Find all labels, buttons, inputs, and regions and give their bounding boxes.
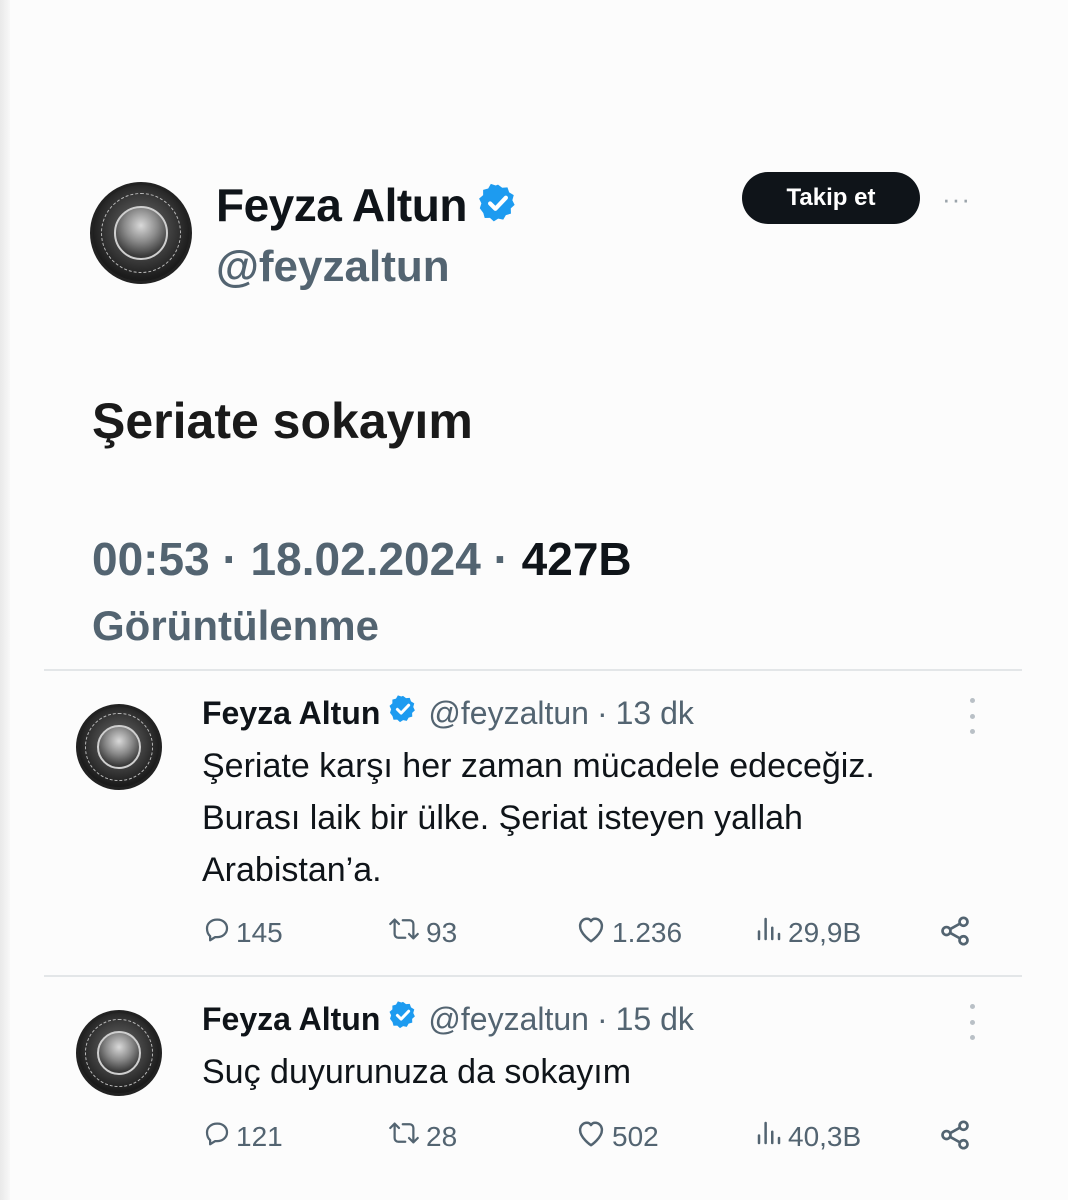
author-name[interactable]: Feyza Altun <box>216 178 467 232</box>
avatar[interactable] <box>76 704 162 790</box>
left-edge-shade <box>0 0 10 1200</box>
reply-button[interactable]: 145 <box>202 914 283 951</box>
reply-text-line: Suç duyurunuza da sokayım <box>202 1053 632 1091</box>
more-dots-icon[interactable] <box>966 698 978 734</box>
reply-text-line: Arabistan’a. <box>202 851 382 889</box>
views-button[interactable]: 29,9B <box>754 914 861 951</box>
share-icon <box>938 1118 976 1159</box>
like-count: 1.236 <box>612 916 683 948</box>
author-handle[interactable]: @feyzaltun <box>428 1001 589 1038</box>
action-bar: 145 93 1.236 29,9B <box>202 914 982 954</box>
views-count: 427B <box>521 533 632 585</box>
reply-text-line: Şeriate karşı her zaman mücadele edeceği… <box>202 747 875 785</box>
reply-time[interactable]: 13 dk <box>616 695 694 732</box>
repost-button[interactable]: 28 <box>386 1118 457 1155</box>
reply-text: Suç duyurunuza da sokayım <box>202 1046 982 1098</box>
reply-tweet[interactable]: Feyza Altun @feyzaltun · 13 dk Şeriate k… <box>76 694 996 954</box>
author-name-row: Feyza Altun <box>216 178 519 232</box>
screenshot-page: Feyza Altun @feyzaltun Takip et ··· Şeri… <box>0 0 1068 1200</box>
verified-badge-icon <box>388 1000 418 1038</box>
reply-count: 145 <box>236 916 283 948</box>
tweet-text: Şeriate sokayım <box>92 393 473 449</box>
author-name[interactable]: Feyza Altun <box>202 1001 380 1038</box>
divider <box>44 975 1022 977</box>
reply-time[interactable]: 15 dk <box>616 1001 694 1038</box>
reply-header: Feyza Altun @feyzaltun · 13 dk <box>202 694 694 732</box>
reply-header: Feyza Altun @feyzaltun · 15 dk <box>202 1000 694 1038</box>
author-handle[interactable]: @feyzaltun <box>428 695 589 732</box>
divider <box>44 669 1022 671</box>
header-separator: · <box>596 1000 608 1037</box>
repost-arrows-icon <box>386 1118 426 1155</box>
like-button[interactable]: 502 <box>574 1118 659 1155</box>
like-count: 502 <box>612 1120 659 1152</box>
reply-text: Şeriate karşı her zaman mücadele edeceği… <box>202 740 982 896</box>
reply-button[interactable]: 121 <box>202 1118 283 1155</box>
reply-count: 121 <box>236 1120 283 1152</box>
views-count: 29,9B <box>788 916 862 948</box>
bar-chart-icon <box>754 1118 788 1155</box>
share-button[interactable] <box>938 914 976 955</box>
tweet-date[interactable]: 18.02.2024 <box>251 533 481 585</box>
meta-separator: · <box>209 533 251 585</box>
repost-count: 93 <box>426 916 458 948</box>
repost-count: 28 <box>426 1120 458 1152</box>
author-name[interactable]: Feyza Altun <box>202 695 380 732</box>
reply-tweet[interactable]: Feyza Altun @feyzaltun · 15 dk Suç duyur… <box>76 1000 996 1170</box>
tweet-meta: 00:53 · 18.02.2024 · 427B <box>92 532 632 586</box>
author-handle[interactable]: @feyzaltun <box>216 242 450 292</box>
verified-badge-icon <box>477 182 519 229</box>
header-separator: · <box>596 694 608 731</box>
reply-bubble-icon <box>202 914 236 951</box>
share-icon <box>938 914 976 955</box>
tweet-time[interactable]: 00:53 <box>92 533 210 585</box>
heart-icon <box>574 914 612 951</box>
views-button[interactable]: 40,3B <box>754 1118 861 1155</box>
reply-text-line: Burası laik bir ülke. Şeriat isteyen yal… <box>202 799 803 837</box>
views-label: Görüntülenme <box>92 602 380 649</box>
more-dots-icon[interactable]: ··· <box>942 184 971 215</box>
views-count: 40,3B <box>788 1120 862 1152</box>
reply-bubble-icon <box>202 1118 236 1155</box>
like-button[interactable]: 1.236 <box>574 914 682 951</box>
meta-separator: · <box>480 533 522 585</box>
avatar[interactable] <box>76 1010 162 1096</box>
action-bar: 121 28 502 40,3B <box>202 1118 982 1158</box>
avatar[interactable] <box>90 182 192 284</box>
verified-badge-icon <box>388 694 418 732</box>
heart-icon <box>574 1118 612 1155</box>
more-dots-icon[interactable] <box>966 1004 978 1040</box>
follow-button[interactable]: Takip et <box>742 172 920 224</box>
share-button[interactable] <box>938 1118 976 1159</box>
bar-chart-icon <box>754 914 788 951</box>
repost-button[interactable]: 93 <box>386 914 457 951</box>
repost-arrows-icon <box>386 914 426 951</box>
